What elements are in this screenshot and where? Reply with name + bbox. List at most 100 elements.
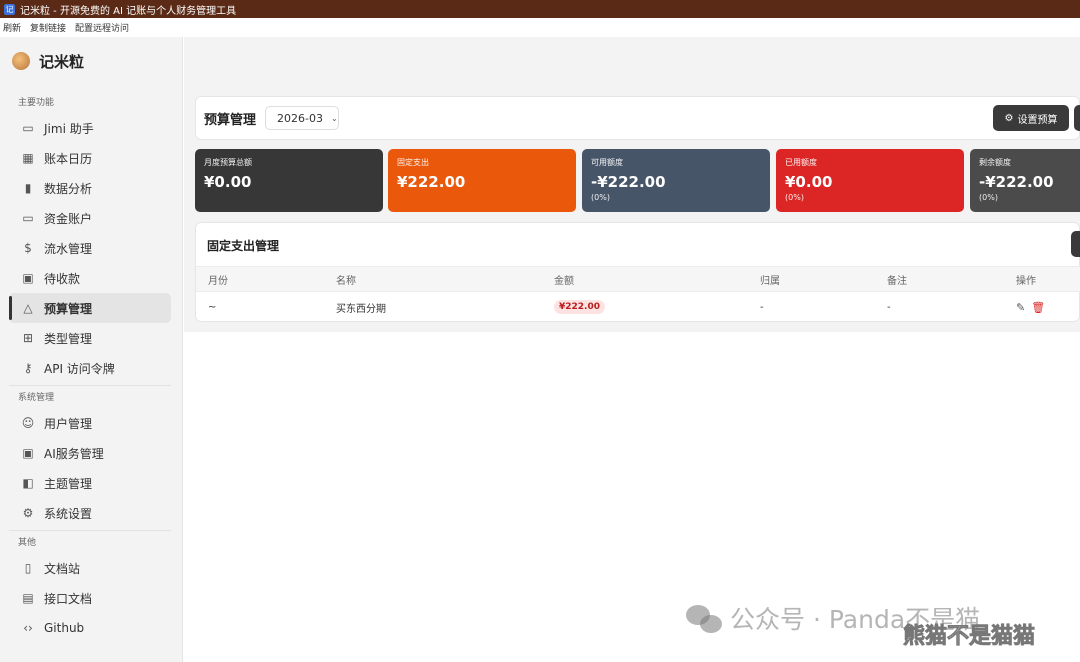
dollar-icon: $ xyxy=(24,241,32,255)
watermark-secondary: 熊猫不是猫猫 xyxy=(903,624,1036,650)
sidebar-item-label: API 访问令牌 xyxy=(44,361,115,376)
set-budget-button[interactable]: ⚙ 设置预算 xyxy=(993,105,1069,131)
sidebar-item-users[interactable]: ☺ 用户管理 xyxy=(9,408,171,438)
col-amount: 金额 xyxy=(554,275,574,287)
warning-triangle-icon: △ xyxy=(23,301,33,315)
col-month: 月份 xyxy=(208,275,228,287)
stat-label: 固定支出 xyxy=(397,158,429,167)
sidebar: 记米粒 主要功能 ▭ Jimi 助手 ▦ 账本日历 ▮ 数据分析 ▭ 资金账户 $ 流水管… xyxy=(0,37,183,662)
sidebar-item-transactions[interactable]: $ 流水管理 xyxy=(9,233,171,263)
calendar-icon: ▦ xyxy=(22,151,34,165)
sidebar-divider xyxy=(9,385,171,386)
sidebar-item-label: 主题管理 xyxy=(44,476,93,491)
amount-badge: ¥222.00 xyxy=(554,300,605,314)
sidebar-item-theme[interactable]: ◧ 主题管理 xyxy=(9,468,171,498)
sidebar-item-label: 数据分析 xyxy=(44,181,93,196)
sidebar-item-label: 文档站 xyxy=(44,561,81,576)
window-titlebar: 记 记米粒 - 开源免费的 AI 记账与个人财务管理工具 xyxy=(0,0,1080,18)
users-icon: ☺ xyxy=(21,416,35,430)
sidebar-item-label: 预算管理 xyxy=(44,301,93,316)
month-value: 2026-03 xyxy=(277,111,323,125)
menu-refresh[interactable]: 刷新 xyxy=(3,21,21,34)
table-row: ~ 买东西分期 ¥222.00 - - ✎ 🗑 xyxy=(196,292,1080,322)
page-title: 预算管理 xyxy=(204,112,257,128)
sidebar-item-label: Jimi 助手 xyxy=(44,121,94,136)
sidebar-item-label: 流水管理 xyxy=(44,241,93,256)
month-select[interactable]: 2026-03 ⌄ xyxy=(265,106,340,130)
sidebar-item-label: 资金账户 xyxy=(44,211,93,226)
col-name: 名称 xyxy=(336,275,356,287)
code-icon: ‹› xyxy=(23,621,33,635)
sidebar-item-docs[interactable]: ▯ 文档站 xyxy=(9,553,171,583)
sidebar-item-api-token[interactable]: ⚷ API 访问令牌 xyxy=(9,353,171,383)
sidebar-item-analytics[interactable]: ▮ 数据分析 xyxy=(9,173,171,203)
wechat-logo-icon xyxy=(686,603,724,633)
stat-percent: (0%) xyxy=(591,193,610,202)
book-icon: ▯ xyxy=(24,561,32,575)
trash-icon[interactable]: 🗑 xyxy=(1031,301,1045,314)
stat-label: 已用额度 xyxy=(785,158,817,167)
stat-percent: (0%) xyxy=(785,193,804,202)
stat-card-fixed-expense: 固定支出 ¥222.00 xyxy=(388,149,576,212)
sidebar-item-settings[interactable]: ⚙ 系统设置 xyxy=(9,498,171,528)
add-fixed-expense-button[interactable] xyxy=(1071,231,1080,257)
brand-logo-icon xyxy=(12,52,30,70)
sidebar-item-jimi[interactable]: ▭ Jimi 助手 xyxy=(9,113,171,143)
stat-value: -¥222.00 xyxy=(591,173,666,191)
gear-icon: ⚙ xyxy=(1004,112,1014,124)
menu-remote-access[interactable]: 配置远程访问 xyxy=(75,21,129,34)
stat-label: 月度预算总额 xyxy=(204,158,252,167)
col-owner: 归属 xyxy=(760,275,780,287)
receivable-icon: ▣ xyxy=(22,271,34,285)
chip-icon: ▣ xyxy=(22,446,34,460)
row-name: 买东西分期 xyxy=(336,303,386,315)
menubar: 刷新 复制链接 配置远程访问 xyxy=(0,18,1080,37)
extra-action-button[interactable] xyxy=(1074,105,1080,131)
sidebar-item-calendar[interactable]: ▦ 账本日历 xyxy=(9,143,171,173)
sidebar-item-categories[interactable]: ⊞ 类型管理 xyxy=(9,323,171,353)
stat-card-total-budget: 月度预算总额 ¥0.00 xyxy=(195,149,383,212)
fixed-expense-card: 固定支出管理 月份 名称 金额 归属 备注 操作 ~ 买东西分期 ¥222.00… xyxy=(195,222,1080,322)
stat-value: ¥222.00 xyxy=(397,173,466,191)
gear-icon: ⚙ xyxy=(22,506,34,520)
col-note: 备注 xyxy=(887,275,907,287)
sidebar-item-receivables[interactable]: ▣ 待收款 xyxy=(9,263,171,293)
chat-icon: ▭ xyxy=(22,121,34,135)
key-icon: ⚷ xyxy=(23,361,33,375)
sidebar-item-label: Github xyxy=(44,621,85,635)
brand[interactable]: 记米粒 xyxy=(0,37,182,85)
sidebar-item-label: 待收款 xyxy=(44,271,81,286)
palette-icon: ◧ xyxy=(22,476,34,490)
sidebar-item-budget[interactable]: △ 预算管理 xyxy=(9,293,171,323)
brand-name: 记米粒 xyxy=(39,52,85,71)
col-actions: 操作 xyxy=(1016,275,1036,287)
row-owner: - xyxy=(760,301,764,313)
stat-label: 剩余额度 xyxy=(979,158,1011,167)
top-band xyxy=(184,37,1080,84)
bar-chart-icon: ▮ xyxy=(24,181,32,195)
chevron-down-icon: ⌄ xyxy=(330,113,338,123)
sidebar-item-ai-service[interactable]: ▣ AI服务管理 xyxy=(9,438,171,468)
stat-value: ¥0.00 xyxy=(785,173,833,191)
edit-icon[interactable]: ✎ xyxy=(1016,301,1025,314)
sidebar-item-label: 账本日历 xyxy=(44,151,93,166)
grid-icon: ⊞ xyxy=(22,331,34,345)
sidebar-item-label: 接口文档 xyxy=(44,591,93,606)
sidebar-item-label: 用户管理 xyxy=(44,416,93,431)
section-system: 系统管理 xyxy=(18,393,55,403)
row-note: - xyxy=(887,301,891,313)
stat-card-available: 可用额度 -¥222.00 (0%) xyxy=(582,149,770,212)
sidebar-item-github[interactable]: ‹› Github xyxy=(9,613,171,643)
stat-label: 可用额度 xyxy=(591,158,623,167)
window-title: 记米粒 - 开源免费的 AI 记账与个人财务管理工具 xyxy=(20,5,237,17)
sidebar-item-label: 类型管理 xyxy=(44,331,93,346)
budget-header-card: 预算管理 2026-03 ⌄ ⚙ 设置预算 xyxy=(195,96,1080,140)
sidebar-item-label: AI服务管理 xyxy=(44,446,104,461)
row-month: ~ xyxy=(208,301,217,313)
stat-value: ¥0.00 xyxy=(204,173,252,191)
sidebar-item-accounts[interactable]: ▭ 资金账户 xyxy=(9,203,171,233)
fixed-expense-title: 固定支出管理 xyxy=(207,239,280,253)
sidebar-item-api-docs[interactable]: ▤ 接口文档 xyxy=(9,583,171,613)
menu-copy-link[interactable]: 复制链接 xyxy=(30,21,66,34)
file-icon: ▤ xyxy=(22,591,34,605)
